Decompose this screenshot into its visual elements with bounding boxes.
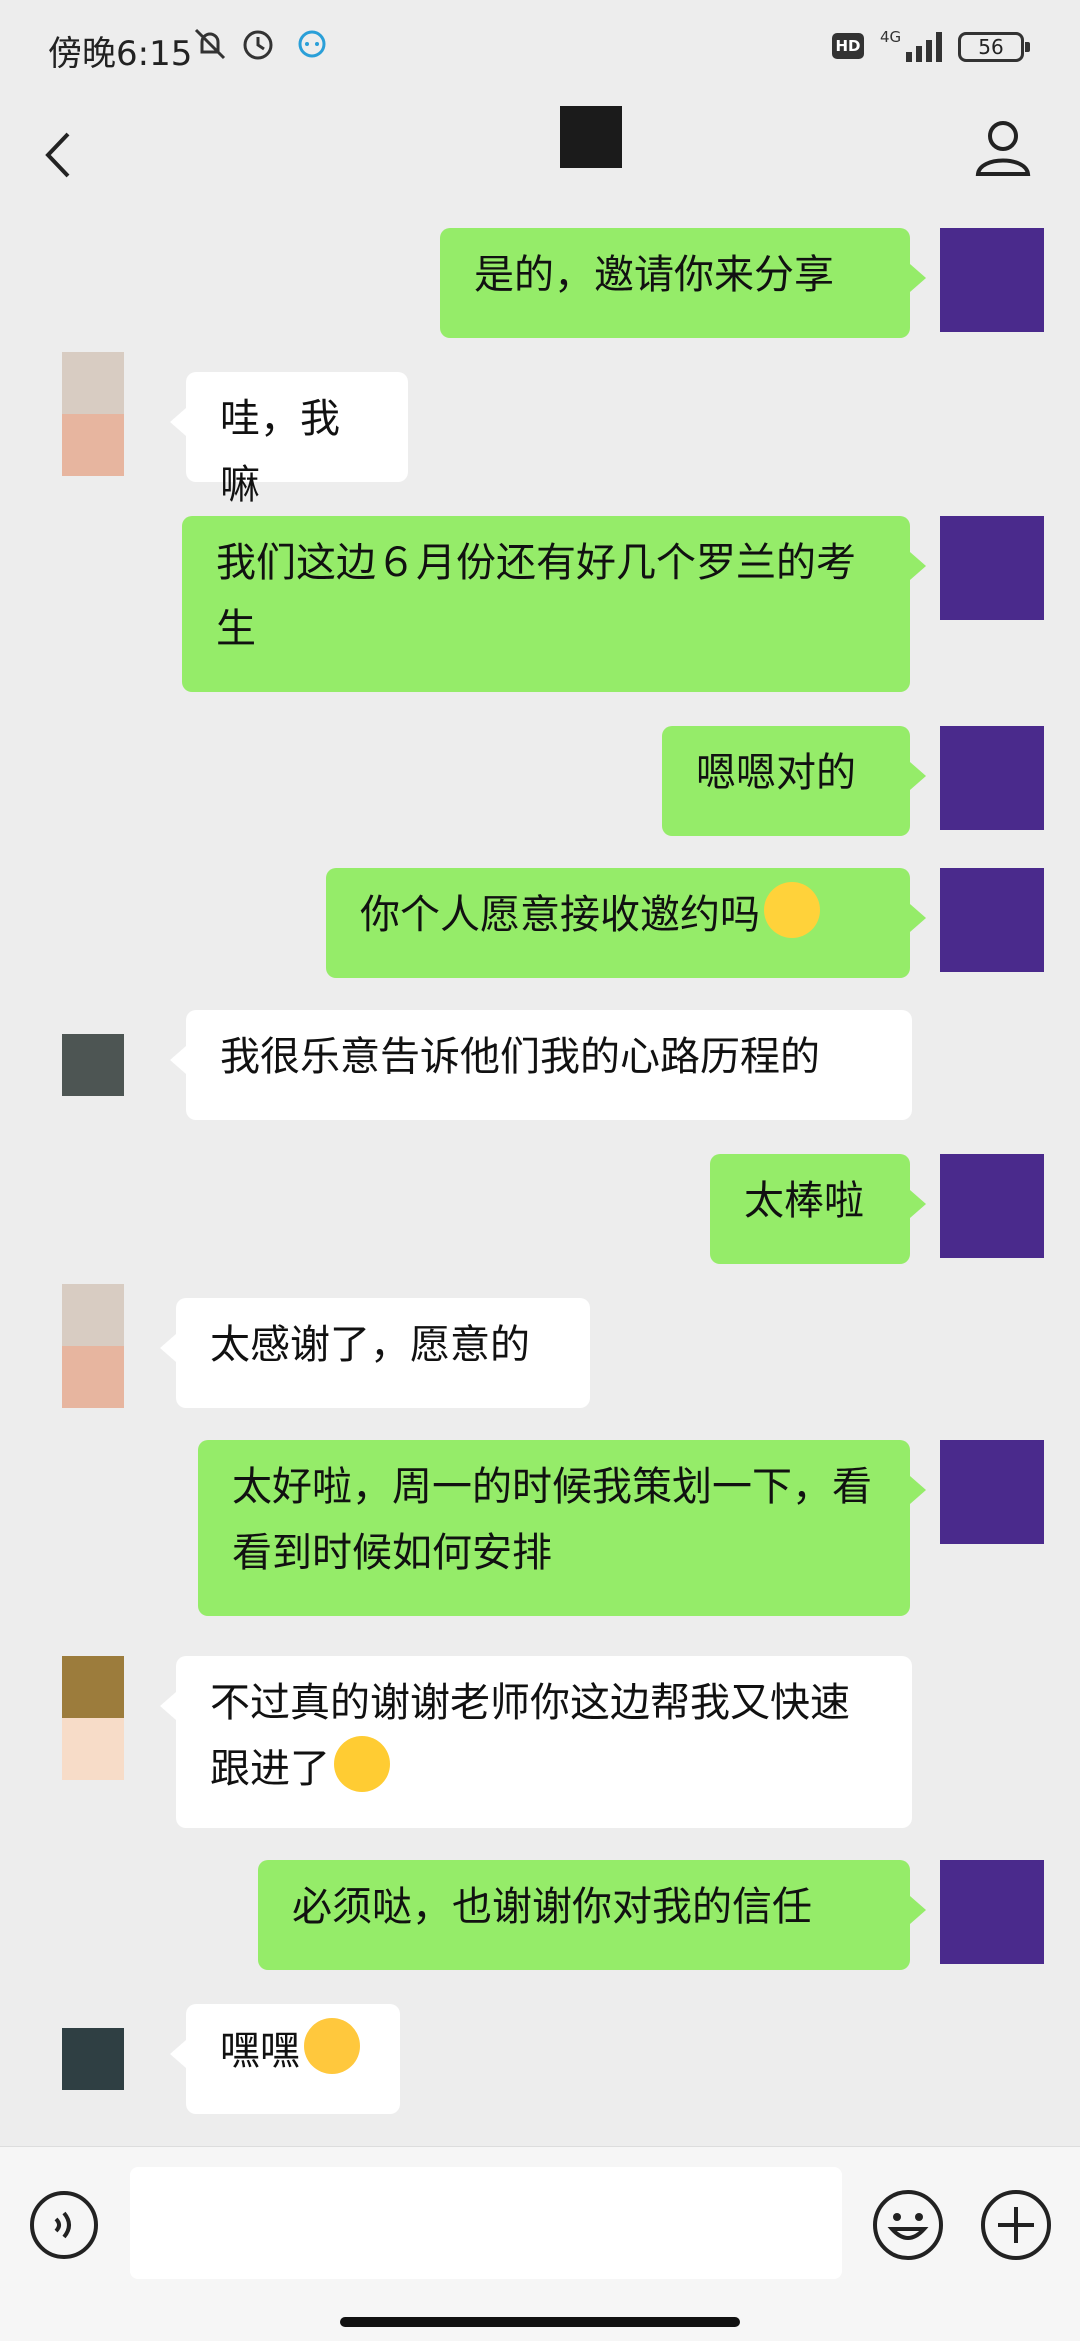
hd-badge: HD [832, 33, 864, 59]
message-text: 你个人愿意接收邀约吗 [360, 892, 760, 938]
message-bubble-me[interactable]: 太好啦，周一的时候我策划一下，看看到时候如何安排 [198, 1440, 926, 1616]
message-bubble-me[interactable]: 你个人愿意接收邀约吗 [326, 868, 926, 978]
chat-app-icon [298, 30, 326, 58]
avatar-me[interactable] [940, 1860, 1044, 1964]
avatar-other[interactable] [62, 1284, 124, 1408]
home-indicator[interactable] [340, 2317, 740, 2327]
message-text: 嘿嘿 [220, 2028, 300, 2074]
avatar-other[interactable] [62, 352, 124, 476]
network-type: 4G [880, 28, 902, 46]
message-bubble-me[interactable]: 是的，邀请你来分享 [440, 228, 926, 338]
chat-header [0, 96, 1080, 210]
avatar-other[interactable] [62, 1034, 124, 1096]
chevron-left-icon[interactable] [32, 118, 92, 188]
message-bubble-other[interactable]: 不过真的谢谢老师你这边帮我又快速跟进了 [160, 1656, 912, 1828]
message-bubble-other[interactable]: 我很乐意告诉他们我的心路历程的 [170, 1010, 912, 1120]
message-text: 不过真的谢谢老师你这边帮我又快速跟进了 [210, 1680, 850, 1792]
crying-emoji-icon [334, 1736, 390, 1792]
smile-emoji-icon [764, 882, 820, 938]
person-icon[interactable] [972, 114, 1034, 184]
message-bubble-me[interactable]: 嗯嗯对的 [662, 726, 926, 836]
voice-icon[interactable] [28, 2189, 100, 2261]
emoji-icon[interactable] [870, 2187, 946, 2263]
message-bubble-me[interactable]: 太棒啦 [710, 1154, 926, 1264]
chat-title-redacted [560, 106, 622, 168]
avatar-other[interactable] [62, 2028, 124, 2090]
avatar-me[interactable] [940, 868, 1044, 972]
avatar-me[interactable] [940, 1440, 1044, 1544]
message-bubble-me[interactable]: 我们这边６月份还有好几个罗兰的考生 [182, 516, 926, 692]
message-input[interactable] [130, 2167, 842, 2279]
avatar-me[interactable] [940, 228, 1044, 332]
message-bubble-other[interactable]: 太感谢了，愿意的 [160, 1298, 590, 1408]
avatar-me[interactable] [940, 726, 1044, 830]
grin-emoji-icon [304, 2018, 360, 2074]
avatar-other[interactable] [62, 1656, 124, 1780]
battery-indicator: 56 [958, 32, 1030, 62]
signal-icon [906, 32, 942, 62]
status-bar: 傍晚6:15 HD 4G 56 [0, 0, 1080, 96]
status-time: 傍晚6:15 [48, 34, 193, 74]
avatar-me[interactable] [940, 516, 1044, 620]
input-bar [0, 2146, 1080, 2341]
avatar-me[interactable] [940, 1154, 1044, 1258]
alarm-icon [243, 30, 273, 60]
message-bubble-me[interactable]: 必须哒，也谢谢你对我的信任 [258, 1860, 926, 1970]
plus-icon[interactable] [978, 2187, 1054, 2263]
message-bubble-other[interactable]: 嘿嘿 [170, 2004, 400, 2114]
message-bubble-other[interactable]: 哇，我嘛 [170, 372, 408, 508]
bell-off-icon [194, 28, 226, 60]
